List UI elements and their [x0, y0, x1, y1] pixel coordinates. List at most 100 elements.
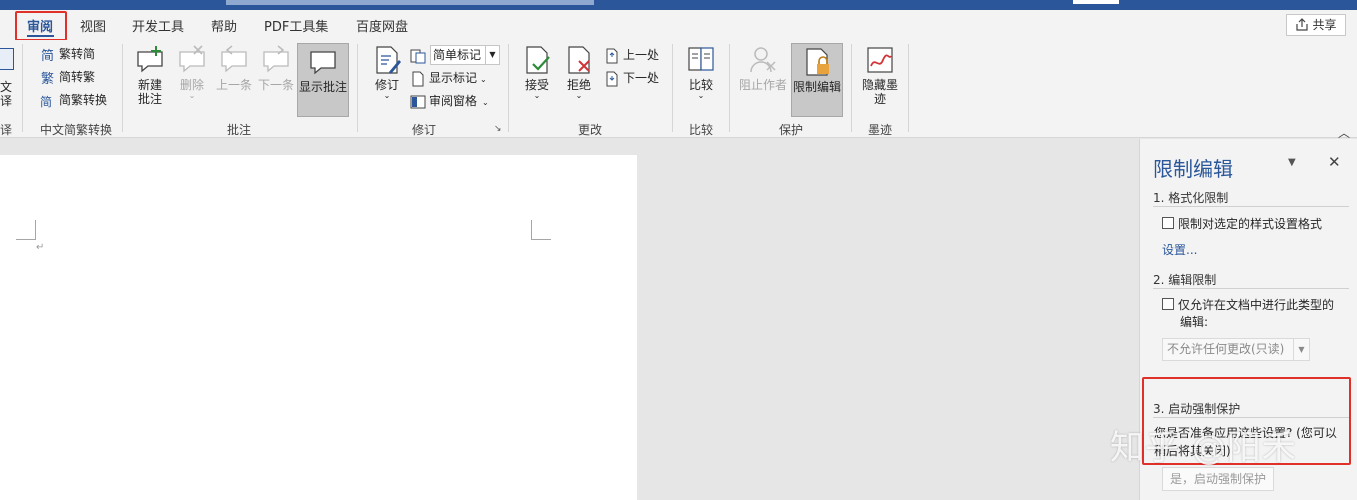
delete-comment-button[interactable]: 删除 ⌄ [175, 44, 209, 100]
next-change-icon [604, 71, 620, 87]
tab-baidu-netdisk[interactable]: 百度网盘 [356, 16, 408, 35]
group-label-protect: 保护 [779, 123, 804, 137]
svg-text:简: 简 [41, 48, 54, 63]
new-comment-icon [134, 44, 166, 76]
track-changes-button[interactable]: 修订 ⌄ [370, 44, 404, 100]
editing-restriction-checkbox[interactable]: 仅允许在文档中进行此类型的 [1162, 297, 1334, 314]
block-authors-button[interactable]: 阻止作者 [738, 44, 788, 92]
group-separator [908, 44, 909, 132]
paragraph-mark-icon: ↵ [36, 242, 45, 253]
previous-comment-button[interactable]: 上一条 [215, 44, 253, 92]
previous-change-icon [604, 48, 620, 64]
pane-title: 限制编辑 [1153, 157, 1233, 181]
checkbox-icon [1162, 217, 1174, 229]
group-separator [672, 44, 673, 132]
reject-button[interactable]: 拒绝 ⌄ [562, 44, 596, 100]
group-separator [508, 44, 509, 132]
compare-button[interactable]: 比较 ⌄ [684, 44, 718, 100]
previous-change-label: 上一处 [623, 48, 660, 62]
show-markup-button[interactable]: 显示标记 ⌄ [410, 68, 487, 88]
restrict-editing-button[interactable]: 限制编辑 [791, 43, 843, 117]
show-comments-icon [307, 46, 339, 78]
section-formatting-title: 1. 格式化限制 [1153, 191, 1229, 205]
compare-icon [685, 44, 717, 76]
editing-restriction-label-2: 编辑: [1180, 315, 1209, 329]
group-separator [22, 44, 23, 132]
show-comments-button[interactable]: 显示批注 [297, 43, 349, 117]
chevron-down-icon: ▼ [1293, 339, 1309, 360]
tab-view[interactable]: 视图 [80, 16, 106, 35]
reviewing-pane-button[interactable]: 审阅窗格 ⌄ [410, 91, 489, 111]
group-separator [729, 44, 730, 132]
markup-view-select[interactable]: 简单标记 ▼ [430, 45, 500, 65]
traditional-to-simplified-icon: 简 [40, 47, 56, 63]
new-comment-button[interactable]: 新建 批注 [132, 44, 168, 106]
simplified-to-traditional-label: 简转繁 [59, 70, 96, 84]
chevron-down-icon: ⌄ [383, 91, 391, 100]
block-authors-label: 阻止作者 [738, 78, 787, 92]
dialog-launcher-icon[interactable]: ↘ [494, 124, 502, 134]
next-comment-button[interactable]: 下一条 [257, 44, 295, 92]
hide-ink-button[interactable]: 隐藏墨 迹 [860, 44, 900, 106]
next-change-label: 下一处 [623, 71, 660, 85]
translate-button[interactable]: 文 译 [0, 48, 14, 108]
group-label-compare: 比较 [689, 123, 714, 137]
margin-corner-left [16, 220, 36, 240]
section-divider [1153, 288, 1349, 289]
chevron-down-icon: ▼ [485, 46, 499, 64]
group-label-tracking: 修订 [412, 123, 437, 137]
chevron-down-icon: ⌄ [697, 91, 705, 100]
reviewing-pane-icon [410, 94, 426, 110]
translate-label-2: 译 [0, 94, 13, 108]
show-markup-label: 显示标记 [429, 71, 478, 85]
tab-pdf-tools[interactable]: PDF工具集 [264, 16, 328, 35]
previous-comment-label: 上一条 [215, 78, 252, 92]
restrict-editing-icon [801, 46, 833, 78]
accept-label: 接受 [524, 78, 549, 92]
markup-view-select-value: 简单标记 [433, 48, 482, 62]
editing-type-select[interactable]: 不允许任何更改(只读) ▼ [1162, 338, 1310, 361]
accept-button[interactable]: 接受 ⌄ [520, 44, 554, 100]
title-bar [0, 0, 1357, 10]
close-icon[interactable]: ✕ [1328, 153, 1341, 171]
document-page[interactable]: ↵ [0, 155, 637, 500]
svg-text:简: 简 [40, 95, 52, 109]
document-canvas: ↵ [0, 139, 1138, 500]
chevron-down-icon: ⌄ [188, 91, 196, 100]
next-comment-icon [260, 44, 292, 76]
restrict-editing-label: 限制编辑 [792, 80, 841, 94]
tab-help[interactable]: 帮助 [211, 16, 237, 35]
title-bar-control[interactable] [1073, 0, 1119, 4]
chevron-down-icon: ⌄ [575, 91, 583, 100]
pane-options-icon[interactable]: ▼ [1288, 157, 1296, 168]
svg-text:繁: 繁 [41, 71, 54, 86]
share-label: 共享 [1312, 18, 1337, 32]
markup-display-icon-wrap [410, 45, 429, 65]
traditional-to-simplified-button[interactable]: 简繁转简 [40, 44, 95, 64]
chinese-conversion-label: 简繁转换 [59, 93, 108, 107]
watermark-text: 知乎 @阳禾 [1110, 428, 1297, 468]
section-divider [1153, 206, 1349, 207]
chevron-down-icon: ⌄ [533, 91, 541, 100]
previous-change-button[interactable]: 上一处 [604, 45, 659, 65]
start-enforcing-button[interactable]: 是，启动强制保护 [1162, 467, 1274, 491]
section-editing-title: 2. 编辑限制 [1153, 273, 1217, 287]
formatting-restriction-checkbox[interactable]: 限制对选定的样式设置格式 [1162, 216, 1322, 233]
settings-link[interactable]: 设置... [1162, 241, 1197, 258]
title-search-box[interactable] [226, 0, 594, 5]
track-changes-label: 修订 [374, 78, 399, 92]
share-button[interactable]: 共享 [1286, 14, 1346, 36]
simplified-to-traditional-button[interactable]: 繁简转繁 [40, 67, 95, 87]
reviewing-pane-label: 审阅窗格 [429, 94, 478, 108]
chinese-conversion-button[interactable]: 简简繁转换 [40, 90, 107, 110]
translate-icon [0, 48, 14, 70]
next-change-button[interactable]: 下一处 [604, 68, 659, 88]
reject-icon [563, 44, 595, 76]
chevron-down-icon: ⌄ [480, 75, 487, 84]
hide-ink-label-2: 迹 [873, 92, 886, 106]
delete-comment-icon [176, 44, 208, 76]
next-comment-label: 下一条 [257, 78, 294, 92]
tab-developer[interactable]: 开发工具 [132, 16, 184, 35]
checkbox-icon [1162, 298, 1174, 310]
group-label-translate: 译 [0, 123, 13, 137]
